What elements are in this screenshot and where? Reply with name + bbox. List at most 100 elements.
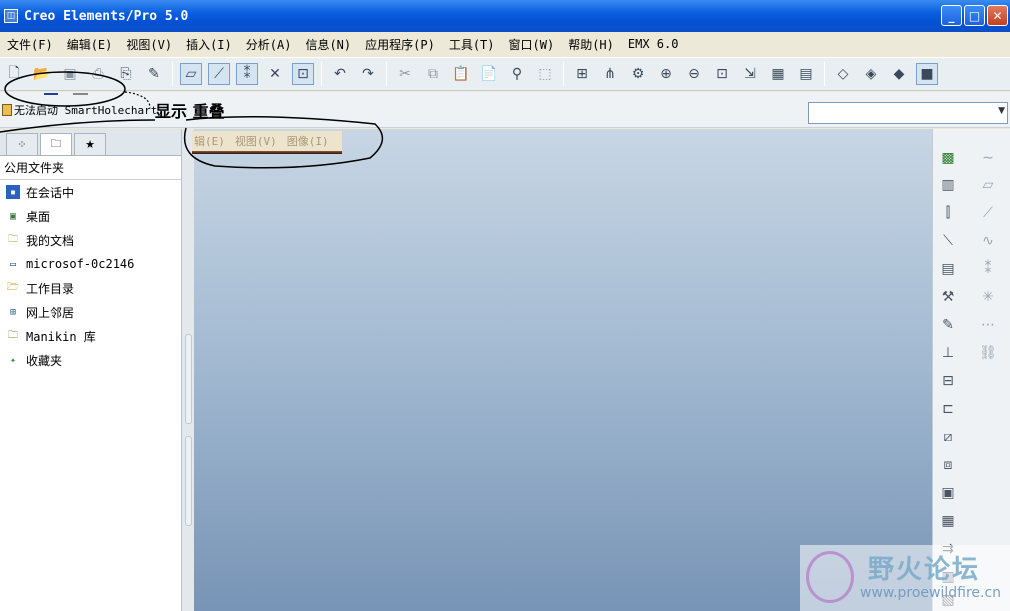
zoom-out-icon[interactable]: ⊖ xyxy=(683,63,705,85)
csys-icon[interactable]: ✳ xyxy=(977,286,999,308)
folder-item-workdir[interactable]: 🗁 工作目录 xyxy=(0,276,181,300)
mirror-icon[interactable]: ⧄ xyxy=(937,426,959,448)
navigator-panel: ⁘ 🗀 ★ 公用文件夹 ▪ 在会话中 ▣ 桌面 🗀 我的文档 ▭ microsof-0c… xyxy=(0,129,182,611)
menu-view[interactable]: 视图(V) xyxy=(119,36,179,53)
fit-icon[interactable]: ⊡ xyxy=(711,63,733,85)
menu-tools[interactable]: 工具(T) xyxy=(442,36,502,53)
menu-info[interactable]: 信息(N) xyxy=(298,36,358,53)
minimize-button[interactable]: _ xyxy=(941,5,962,26)
open-file-icon[interactable]: 📂 xyxy=(31,63,53,85)
analysis-icon[interactable]: ⋯ xyxy=(977,314,999,336)
cut-icon[interactable]: ✂ xyxy=(394,63,416,85)
shell-icon[interactable]: ▥ xyxy=(937,174,959,196)
menu-file[interactable]: 文件(F) xyxy=(0,36,60,53)
datum-plane-toggle-icon[interactable]: ▱ xyxy=(180,63,202,85)
save-copy-icon[interactable]: ⎙ xyxy=(87,63,109,85)
annotation-toggle-icon[interactable]: ⊡ xyxy=(292,63,314,85)
overlay-menu-edit: 辑(E) xyxy=(194,135,225,148)
panel-splitter[interactable] xyxy=(182,129,194,611)
saved-views-icon[interactable]: ▦ xyxy=(767,63,789,85)
select-box-icon[interactable]: ⬚ xyxy=(534,63,556,85)
watermark-url: www.proewildfire.cn xyxy=(860,585,1002,601)
rib-icon[interactable]: ⫿ xyxy=(937,202,959,224)
sketch-icon[interactable]: ⋔ xyxy=(599,63,621,85)
pattern-icon[interactable]: ▦ xyxy=(937,510,959,532)
redo-icon[interactable]: ↷ xyxy=(357,63,379,85)
manikin-icon: 🗀 xyxy=(8,329,18,341)
reorient-icon[interactable]: ⇲ xyxy=(739,63,761,85)
blend-icon[interactable]: ⊏ xyxy=(937,398,959,420)
datum-axis-toggle-icon[interactable]: ⟋ xyxy=(208,63,230,85)
sketched-curve-icon[interactable]: ∿ xyxy=(977,230,999,252)
menu-bar: 文件(F) 编辑(E) 视图(V) 插入(I) 分析(A) 信息(N) 应用程序… xyxy=(0,32,1010,56)
folder-item-network[interactable]: ⊞ 网上邻居 xyxy=(0,300,181,324)
menu-insert[interactable]: 插入(I) xyxy=(179,36,239,53)
close-button[interactable]: ✕ xyxy=(987,5,1008,26)
measure-icon[interactable]: ⚙ xyxy=(627,63,649,85)
favorites-icon: ✦ xyxy=(9,354,17,366)
main-toolbar: 🗋 📂 ▣ ⎙ ⎘ ✎ ▱ ⟋ ⁑ ✕ ⊡ ↶ ↷ ✂ ⧉ 📋 📄 ⚲ ⬚ ⊞ … xyxy=(0,57,1010,91)
splitter-grip-top[interactable] xyxy=(185,334,192,424)
datum-plane-icon[interactable]: ▱ xyxy=(977,174,999,196)
tab-folder-browser[interactable]: 🗀 xyxy=(40,133,72,155)
new-file-icon[interactable]: 🗋 xyxy=(3,63,25,85)
folder-item-documents[interactable]: 🗀 我的文档 xyxy=(0,228,181,252)
draft-icon[interactable]: ⟍ xyxy=(937,230,959,252)
round-icon[interactable]: ▤ xyxy=(937,258,959,280)
datum-curve-icon[interactable]: ∼ xyxy=(977,147,999,169)
folder-item-computer[interactable]: ▭ microsof-0c2146 xyxy=(0,252,181,276)
warning-icon xyxy=(2,104,12,116)
paste-special-icon[interactable]: 📄 xyxy=(478,63,500,85)
window-title: Creo Elements/Pro 5.0 xyxy=(24,8,189,24)
computer-icon: ▭ xyxy=(9,258,17,270)
overlay-divider xyxy=(192,151,342,154)
overlay-menu-image: 图像(I) xyxy=(286,135,329,148)
menu-help[interactable]: 帮助(H) xyxy=(561,36,621,53)
csys-toggle-icon[interactable]: ✕ xyxy=(264,63,286,85)
wireframe-icon[interactable]: ◇ xyxy=(832,63,854,85)
sweep-icon[interactable]: ⊟ xyxy=(937,370,959,392)
no-hidden-icon[interactable]: ◆ xyxy=(888,63,910,85)
tab-model-tree[interactable]: ⁘ xyxy=(6,133,38,155)
revolve-icon[interactable]: ⊥ xyxy=(937,342,959,364)
splitter-grip-bottom[interactable] xyxy=(185,436,192,526)
folder-header: 公用文件夹 xyxy=(0,156,181,180)
merge-icon[interactable]: ⧈ xyxy=(937,454,959,476)
layers-icon[interactable]: ▤ xyxy=(795,63,817,85)
copy-icon[interactable]: ⧉ xyxy=(422,63,444,85)
graphics-canvas[interactable] xyxy=(194,129,932,611)
print-icon[interactable]: ⎘ xyxy=(115,63,137,85)
menu-edit[interactable]: 编辑(E) xyxy=(60,36,120,53)
extrude-icon[interactable]: ✎ xyxy=(937,314,959,336)
link-icon[interactable]: ⛓ xyxy=(977,342,999,364)
zoom-in-icon[interactable]: ⊕ xyxy=(655,63,677,85)
tab-favorites[interactable]: ★ xyxy=(74,133,106,155)
folder-item-desktop[interactable]: ▣ 桌面 xyxy=(0,204,181,228)
menu-emx[interactable]: EMX 6.0 xyxy=(621,37,686,51)
paste-icon[interactable]: 📋 xyxy=(450,63,472,85)
hidden-line-icon[interactable]: ◈ xyxy=(860,63,882,85)
trim-icon[interactable]: ▣ xyxy=(937,482,959,504)
chamfer-icon[interactable]: ⚒ xyxy=(937,286,959,308)
datum-point-toggle-icon[interactable]: ⁑ xyxy=(236,63,258,85)
overlapping-menu: 辑(E) 视图(V) 图像(I) xyxy=(192,131,342,151)
folder-item-favorites[interactable]: ✦ 收藏夹 xyxy=(0,348,181,372)
find-icon[interactable]: ⚲ xyxy=(506,63,528,85)
forum-logo xyxy=(806,551,854,603)
edit-icon[interactable]: ✎ xyxy=(143,63,165,85)
menu-applications[interactable]: 应用程序(P) xyxy=(358,36,442,53)
undo-icon[interactable]: ↶ xyxy=(329,63,351,85)
save-icon[interactable]: ▣ xyxy=(59,63,81,85)
hole-icon[interactable]: ▩ xyxy=(937,147,959,169)
regenerate-icon[interactable]: ⊞ xyxy=(571,63,593,85)
folder-item-manikin[interactable]: 🗀 Manikin 库 xyxy=(0,324,181,348)
datum-point-icon[interactable]: ⁑ xyxy=(977,258,999,280)
filter-combo[interactable]: ▼ xyxy=(808,102,1008,124)
maximize-button[interactable]: □ xyxy=(964,5,985,26)
datum-axis-icon[interactable]: ⟋ xyxy=(977,202,999,224)
menu-window[interactable]: 窗口(W) xyxy=(502,36,562,53)
folder-item-session[interactable]: ▪ 在会话中 xyxy=(0,180,181,204)
working-dir-icon: 🗁 xyxy=(6,281,20,293)
shading-icon[interactable]: ■ xyxy=(916,63,938,85)
menu-analysis[interactable]: 分析(A) xyxy=(239,36,299,53)
